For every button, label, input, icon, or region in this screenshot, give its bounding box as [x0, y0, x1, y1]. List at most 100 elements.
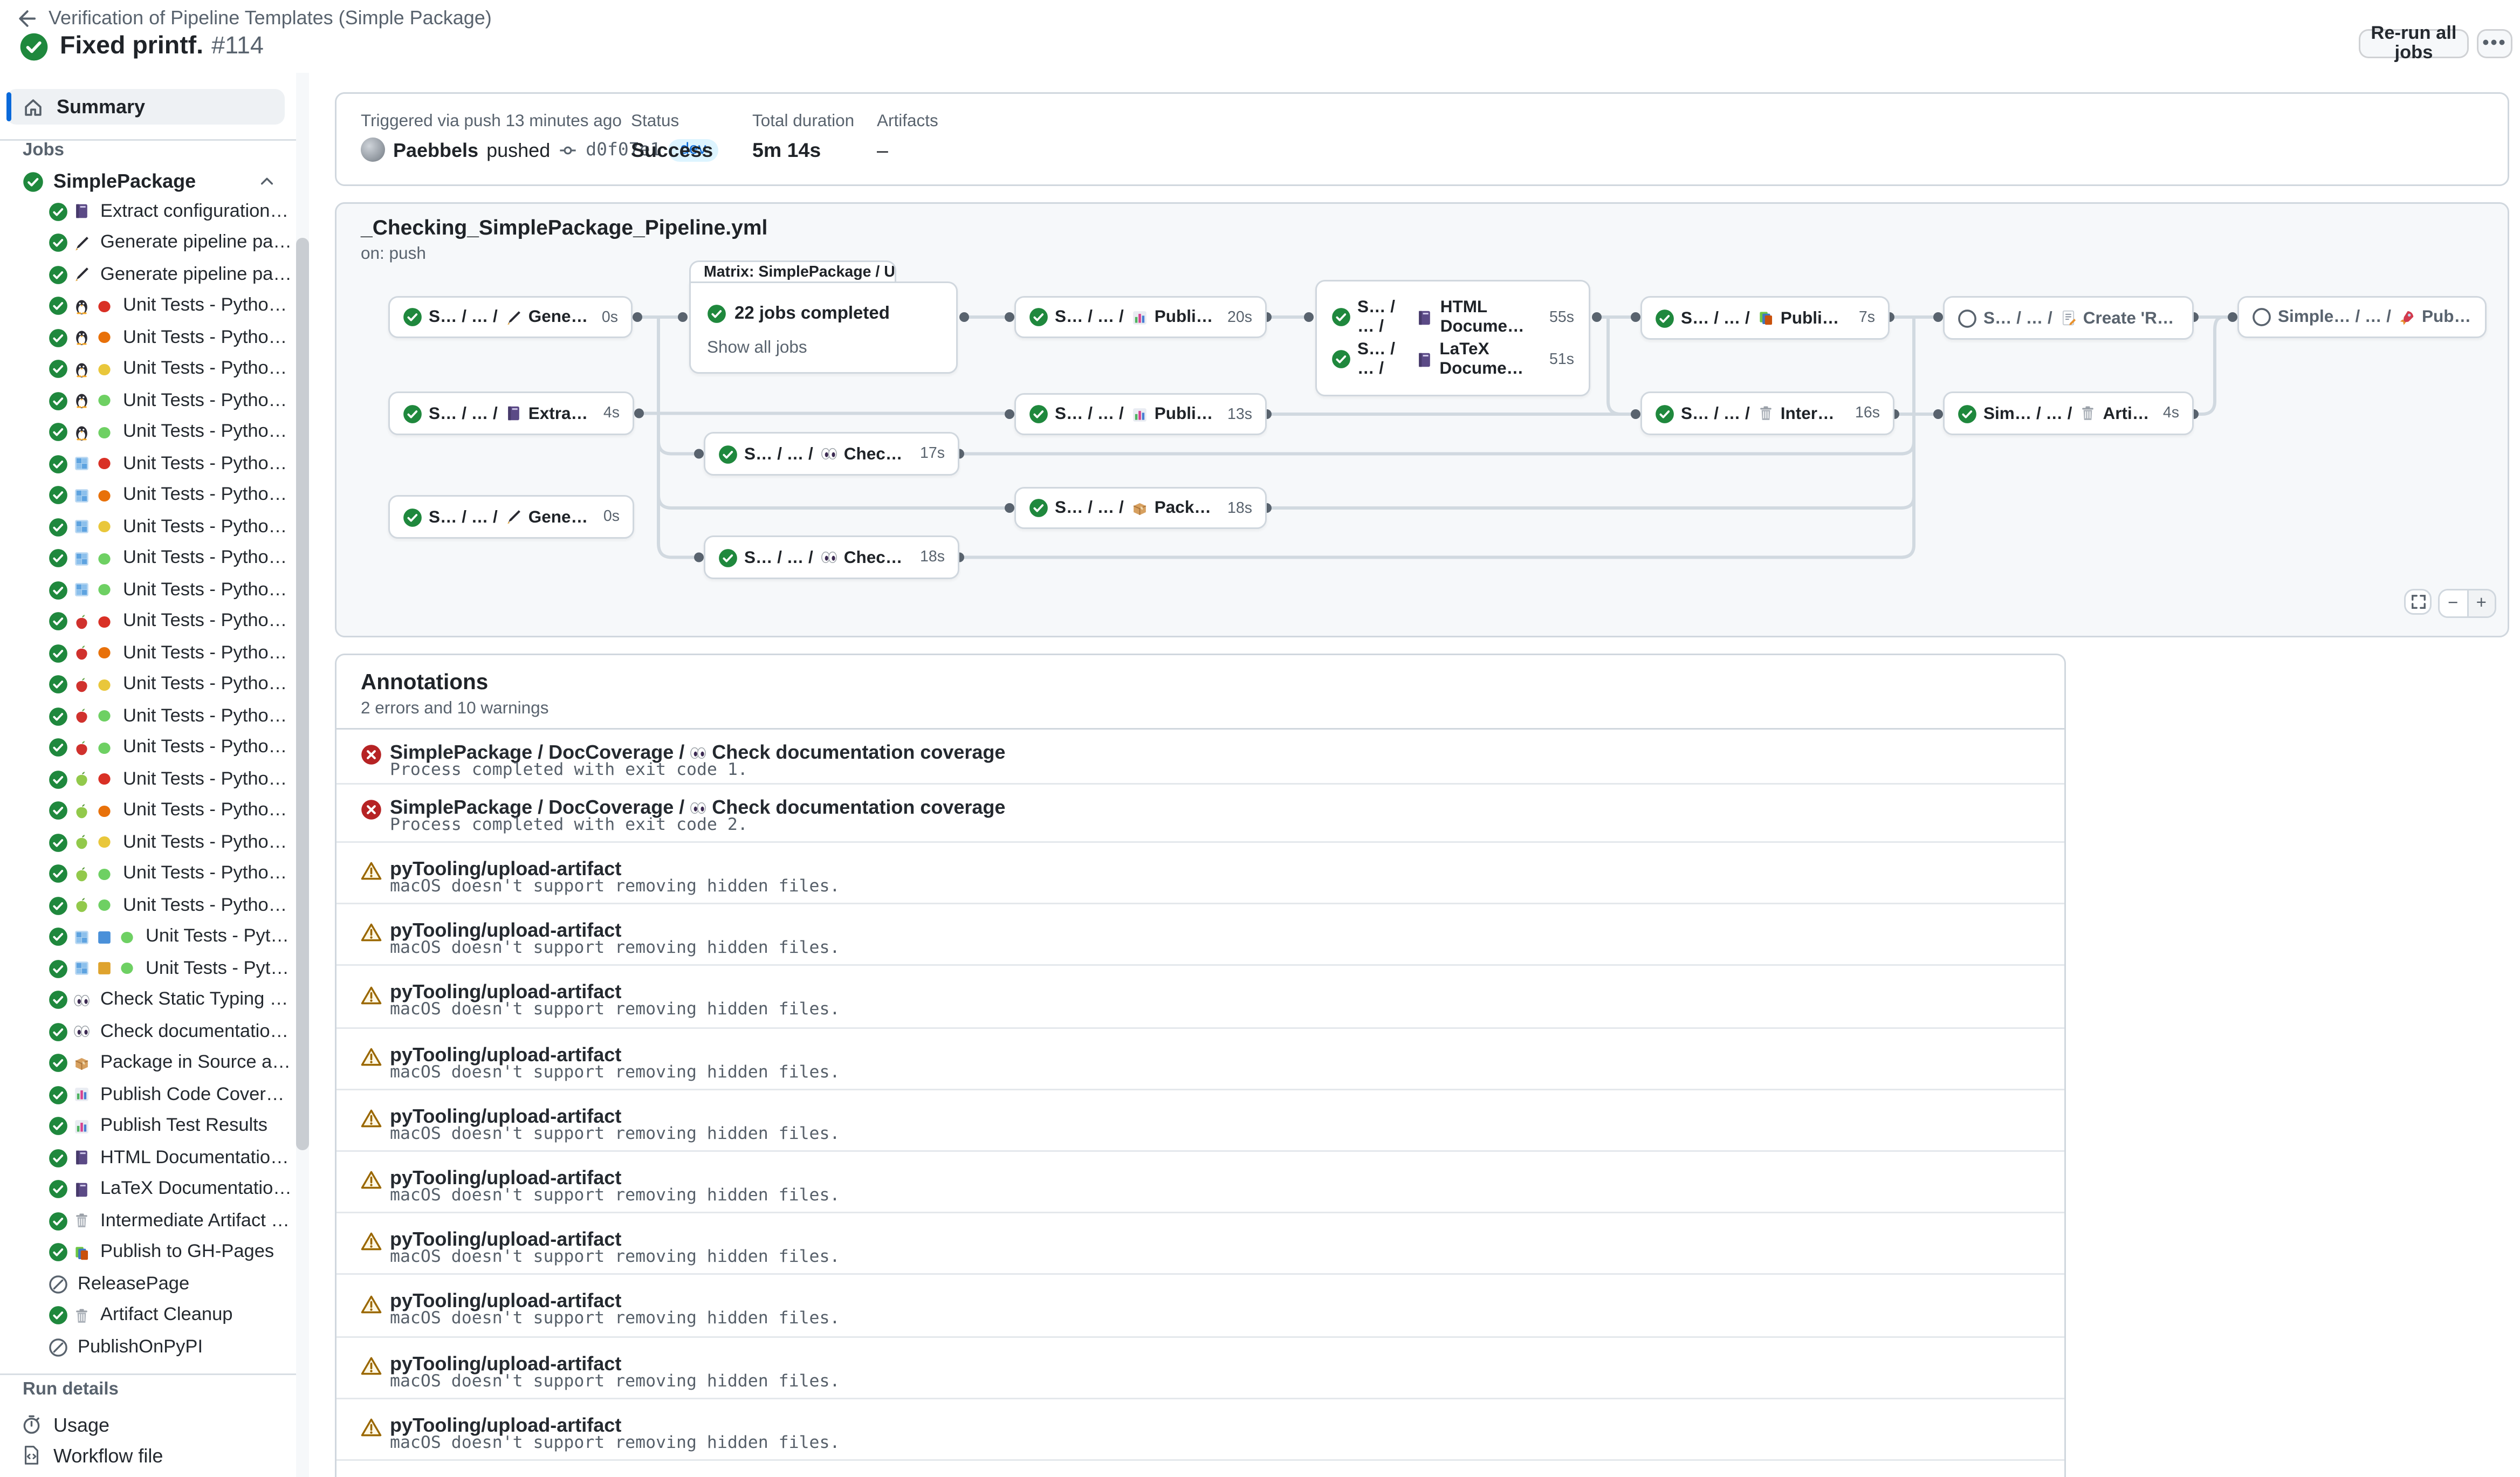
sidebar-job-item[interactable]: Check documentation covera…	[0, 1016, 294, 1048]
sidebar-job-item[interactable]: Unit Tests - Python 3.10	[0, 795, 294, 827]
check-icon	[49, 801, 68, 821]
sidebar-job-item[interactable]: Unit Tests - Python 3.10	[0, 480, 294, 512]
job-label: Unit Tests - Python 3.9	[123, 454, 294, 473]
sidebar-job-item[interactable]: LaTeX Documentation using …	[0, 1174, 294, 1206]
sidebar-job-item[interactable]: Unit Tests - Python 3.13	[0, 732, 294, 764]
sidebar-job-item[interactable]: Unit Tests - Python 3.9	[0, 606, 294, 638]
workflow-node-html-docume-[interactable]: S… / … /HTML Docume…55s	[1317, 296, 1589, 338]
annotation-row-warning[interactable]: pyTooling/upload-artifactmacOS doesn't s…	[337, 1213, 2064, 1275]
sidebar-job-item[interactable]: Generate pipeline parameters	[0, 228, 294, 259]
zoom-in-button[interactable]: +	[2467, 590, 2495, 616]
annotation-row-warning[interactable]: pyTooling/upload-artifactmacOS doesn't s…	[337, 1152, 2064, 1214]
sidebar-job-item[interactable]: Package in Source and Wheel…	[0, 1048, 294, 1080]
sidebar-job-item[interactable]: Extract configurations from p…	[0, 196, 294, 228]
sidebar-job-item[interactable]: Unit Tests - Python 3.10	[0, 637, 294, 669]
sidebar-job-item[interactable]: PublishOnPyPI	[0, 1331, 294, 1363]
sidebar-job-item[interactable]: Unit Tests - Python 3.9	[0, 448, 294, 480]
check-icon	[49, 265, 68, 284]
rerun-all-jobs-button[interactable]: Re-run all jobs	[2359, 29, 2469, 58]
matrix-group[interactable]: 22 jobs completedShow all jobs	[689, 281, 958, 374]
sidebar-job-item[interactable]: Unit Tests - Python 3.12	[0, 543, 294, 575]
sidebar-job-item[interactable]: Unit Tests - Python 3.13	[0, 574, 294, 606]
job-label: Extract configurations from p…	[100, 202, 294, 221]
workflow-node-generate-params-2[interactable]: S… / … /Generate pipelin…0s	[388, 495, 634, 539]
workflow-node-extract-configurations[interactable]: S… / … /Extract configur…4s	[388, 391, 634, 435]
annotation-row-error[interactable]: SimplePackage / DocCoverage / Check docu…	[337, 730, 2064, 785]
annotation-row-warning[interactable]: pyTooling/upload-artifactmacOS doesn't s…	[337, 1275, 2064, 1337]
matrix-tab[interactable]: Matrix: SimplePackage / UnitTest…	[689, 260, 896, 283]
scrollbar-thumb[interactable]	[296, 238, 309, 1150]
back-arrow-icon[interactable]	[16, 8, 37, 29]
workflow-node-publish-test-results[interactable]: S… / … /Publish Test Re…13s	[1014, 393, 1267, 435]
sidebar-job-item[interactable]: Unit Tests - Python 3.11	[0, 669, 294, 701]
annotation-row-warning[interactable]: pyTooling/upload-artifactmacOS doesn't s…	[337, 1337, 2064, 1399]
annotation-message: macOS doesn't support removing hidden fi…	[390, 939, 840, 958]
open-icon	[2252, 307, 2271, 327]
docs-group[interactable]: S… / … /HTML Docume…55sS… / … /LaTeX Doc…	[1315, 280, 1590, 396]
sidebar-job-item[interactable]: HTML Documentation using …	[0, 1142, 294, 1174]
warning-icon	[361, 1355, 382, 1376]
annotation-row-error[interactable]: SimplePackage / DocCoverage / Check docu…	[337, 785, 2064, 843]
sidebar-job-item[interactable]: Unit Tests - Python 3.9	[0, 291, 294, 322]
sidebar-job-item[interactable]: Publish to GH-Pages	[0, 1237, 294, 1269]
warning-icon	[361, 985, 382, 1006]
check-icon	[49, 1022, 68, 1041]
chevron-up-icon[interactable]	[259, 173, 275, 189]
workflow-node-generate-params-1[interactable]: S… / … /Generate pipelin…0s	[388, 296, 633, 338]
eyes-icon	[73, 1023, 91, 1041]
annotation-row-warning[interactable]: pyTooling/upload-artifactmacOS doesn't s…	[337, 905, 2064, 967]
sidebar-job-item[interactable]: Intermediate Artifact Cleanup	[0, 1205, 294, 1237]
sidebar-job-item[interactable]: Artifact Cleanup	[0, 1300, 294, 1332]
workflow-node-check-static-typing[interactable]: S… / … /Check Static Ty…17s	[704, 432, 959, 476]
job-label: Unit Tests - Python 3.10	[123, 486, 294, 505]
sidebar-job-item[interactable]: Generate pipeline parameters	[0, 259, 294, 291]
sidebar-job-item[interactable]: Unit Tests - Python 3.12	[0, 953, 294, 985]
workflow-node-publish-to-pypi[interactable]: Simple… / … /Publish to PyPI	[2237, 296, 2487, 338]
annotation-message: Process completed with exit code 1.	[390, 760, 748, 780]
sidebar-scrollbar[interactable]	[296, 73, 309, 1477]
sidebar-item-workflow-file[interactable]: Workflow file	[0, 1440, 288, 1471]
sidebar-job-item[interactable]: Unit Tests - Python 3.13	[0, 417, 294, 449]
code-file-icon	[21, 1445, 42, 1466]
sidebar-job-item[interactable]: Unit Tests - Python 3.11	[0, 827, 294, 858]
workflow-node-publish-gh-pages[interactable]: S… / … /Publish to GH-P…7s	[1640, 296, 1890, 340]
sidebar-job-group[interactable]: SimplePackage	[0, 165, 288, 197]
kebab-menu-button[interactable]: •••	[2477, 29, 2512, 58]
sidebar-job-item[interactable]: ReleasePage	[0, 1268, 294, 1300]
workflow-node-check-documentation[interactable]: S… / … /Check docume…18s	[704, 535, 959, 579]
actor-name[interactable]: Paebbels	[393, 139, 478, 161]
sidebar-job-item[interactable]: Unit Tests - Python 3.10	[0, 322, 294, 354]
annotation-row-warning[interactable]: pyTooling/upload-artifactmacOS doesn't s…	[337, 966, 2064, 1028]
sidebar-job-item[interactable]: Unit Tests - Python 3.11	[0, 511, 294, 543]
breadcrumb-label[interactable]: Verification of Pipeline Templates (Simp…	[49, 6, 492, 29]
annotation-row-warning[interactable]: pyTooling/upload-artifactmacOS doesn't s…	[337, 843, 2064, 905]
sidebar-job-item[interactable]: Publish Code Coverage Results	[0, 1079, 294, 1111]
zoom-out-button[interactable]: −	[2440, 590, 2467, 616]
fullscreen-button[interactable]	[2404, 589, 2432, 615]
avatar[interactable]	[361, 138, 385, 162]
show-all-jobs-link[interactable]: Show all jobs	[707, 338, 807, 358]
sidebar-job-item[interactable]: Unit Tests - Python 3.12	[0, 922, 294, 953]
annotation-row-warning[interactable]: pyTooling/upload-artifactmacOS doesn't s…	[337, 1090, 2064, 1152]
node-label: Publish to PyPI	[2422, 307, 2472, 327]
workflow-node-publish-code-coverage[interactable]: S… / … /Publish Code C…20s	[1014, 296, 1267, 338]
workflow-node-artifact-cleanup[interactable]: Sim… / … /Artifact Cleanup4s	[1943, 391, 2194, 435]
annotation-row-warning[interactable]: pyTooling/upload-artifactmacOS doesn't s…	[337, 1399, 2064, 1461]
workflow-node-intermediate-artifact-cleanup[interactable]: S… / … /Intermediate A…16s	[1640, 391, 1894, 435]
sidebar-job-item[interactable]: Unit Tests - Python 3.13	[0, 890, 294, 922]
sidebar-item-summary[interactable]: Summary	[6, 89, 285, 125]
sidebar-job-item[interactable]: Unit Tests - Python 3.9	[0, 764, 294, 795]
workflow-node-package-source-wheel[interactable]: S… / … /Package in Sou…18s	[1014, 487, 1267, 529]
workflow-node-latex-docume-[interactable]: S… / … /LaTeX Docume…51s	[1317, 338, 1589, 380]
chart-icon	[73, 1117, 91, 1135]
sidebar-job-item[interactable]: Unit Tests - Python 3.11	[0, 354, 294, 386]
annotation-row-warning[interactable]: pyTooling/upload-artifactmacOS doesn't s…	[337, 1028, 2064, 1090]
sidebar-job-item[interactable]: Check Static Typing using Pyt…	[0, 985, 294, 1016]
sidebar-job-item[interactable]: Unit Tests - Python 3.12	[0, 858, 294, 890]
sidebar-item-usage[interactable]: Usage	[0, 1409, 288, 1440]
sidebar-job-item[interactable]: Unit Tests - Python 3.12	[0, 700, 294, 732]
sidebar-job-item[interactable]: Unit Tests - Python 3.12	[0, 385, 294, 417]
sidebar-job-item[interactable]: Publish Test Results	[0, 1111, 294, 1143]
breadcrumb[interactable]: Verification of Pipeline Templates (Simp…	[16, 6, 492, 29]
workflow-node-create-release-page[interactable]: S… / … /Create 'Release Pa…	[1943, 296, 2194, 340]
